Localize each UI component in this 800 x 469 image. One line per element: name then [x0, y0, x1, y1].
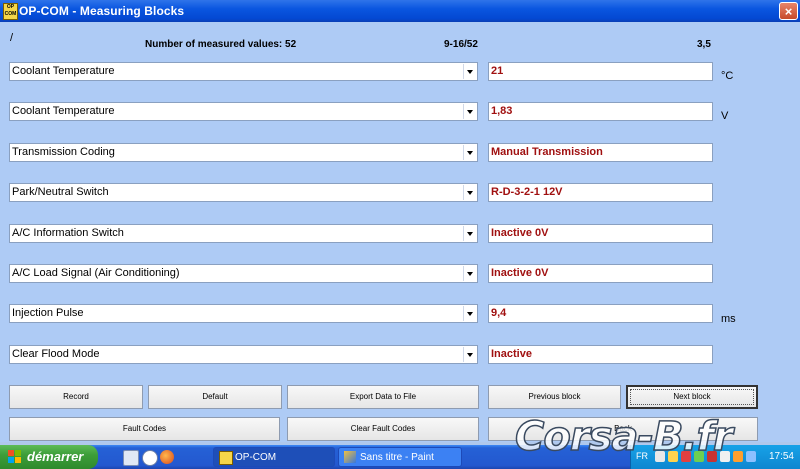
chevron-down-icon[interactable]: [463, 104, 476, 119]
task-opcom[interactable]: OP-COM: [213, 447, 335, 467]
measure-label: Coolant Temperature: [12, 105, 115, 117]
window-title: OP-COM - Measuring Blocks: [19, 4, 185, 18]
measure-select-2[interactable]: Coolant Temperature: [9, 102, 478, 121]
language-indicator[interactable]: FR: [636, 451, 648, 461]
opcom-app-icon: OP COM: [3, 3, 18, 20]
chevron-down-icon[interactable]: [463, 306, 476, 321]
measure-select-3[interactable]: Transmission Coding: [9, 143, 478, 162]
title-bar: OP COM OP-COM - Measuring Blocks ×: [0, 0, 800, 22]
record-button[interactable]: Record: [9, 385, 143, 409]
measuring-blocks-panel: / Number of measured values: 52 9-16/52 …: [0, 22, 800, 442]
firefox-icon[interactable]: [160, 450, 174, 464]
tray-app-icon[interactable]: [681, 451, 691, 462]
measure-value-7: 9,4: [488, 304, 713, 323]
tray-app-icon[interactable]: [733, 451, 743, 462]
taskbar: démarrer OP-COM Sans titre - Paint FR 17…: [0, 445, 800, 469]
measure-value-8: Inactive: [488, 345, 713, 364]
back-button[interactable]: Back: [488, 417, 758, 441]
tray-app-icon[interactable]: [694, 451, 704, 462]
windows-flag-icon: [8, 450, 22, 464]
measure-label: Clear Flood Mode: [12, 348, 100, 360]
previous-block-button[interactable]: Previous block: [488, 385, 621, 409]
chevron-down-icon[interactable]: [463, 145, 476, 160]
chevron-down-icon[interactable]: [463, 64, 476, 79]
clear-fault-codes-button[interactable]: Clear Fault Codes: [287, 417, 479, 441]
start-button[interactable]: démarrer: [0, 445, 98, 469]
show-desktop-icon[interactable]: [123, 450, 139, 466]
chevron-down-icon[interactable]: [463, 266, 476, 281]
measure-label: Transmission Coding: [12, 146, 115, 158]
measure-value-2: 1,83: [488, 102, 713, 121]
clock: 17:54: [768, 451, 794, 462]
default-button[interactable]: Default: [148, 385, 282, 409]
media-player-icon[interactable]: [142, 450, 158, 466]
measure-select-7[interactable]: Injection Pulse: [9, 304, 478, 323]
measure-select-4[interactable]: Park/Neutral Switch: [9, 183, 478, 202]
path-indicator: /: [10, 32, 14, 44]
measure-select-8[interactable]: Clear Flood Mode: [9, 345, 478, 364]
close-button[interactable]: ×: [779, 2, 798, 20]
task-paint[interactable]: Sans titre - Paint: [338, 447, 462, 467]
measure-value-3: Manual Transmission: [488, 143, 713, 162]
measure-value-5: Inactive 0V: [488, 224, 713, 243]
task-label: OP-COM: [235, 452, 277, 463]
start-label: démarrer: [27, 449, 84, 464]
tray-app-icon[interactable]: [707, 451, 717, 462]
chevron-down-icon[interactable]: [463, 226, 476, 241]
volume-icon[interactable]: [746, 451, 756, 462]
measure-select-5[interactable]: A/C Information Switch: [9, 224, 478, 243]
tray-app-icon[interactable]: [720, 451, 730, 462]
tray-app-icon[interactable]: [668, 451, 678, 462]
next-block-button[interactable]: Next block: [626, 385, 758, 409]
task-label: Sans titre - Paint: [360, 452, 434, 463]
measure-value-6: Inactive 0V: [488, 264, 713, 283]
export-data-button[interactable]: Export Data to File: [287, 385, 479, 409]
fault-codes-button[interactable]: Fault Codes: [9, 417, 280, 441]
measure-label: Injection Pulse: [12, 307, 84, 319]
measure-unit-1: °C: [721, 70, 734, 82]
block-range: 9-16/52: [444, 39, 478, 50]
measure-unit-7: ms: [721, 313, 736, 325]
measure-label: A/C Load Signal (Air Conditioning): [12, 267, 180, 279]
paint-task-icon: [344, 451, 356, 463]
measure-select-1[interactable]: Coolant Temperature: [9, 62, 478, 81]
version-number: 3,5: [697, 39, 711, 50]
chevron-down-icon[interactable]: [463, 185, 476, 200]
system-tray: FR 17:54: [630, 445, 800, 469]
chevron-down-icon[interactable]: [463, 347, 476, 362]
measure-label: Park/Neutral Switch: [12, 186, 109, 198]
measured-values-count: Number of measured values: 52: [145, 39, 297, 50]
tray-app-icon[interactable]: [655, 451, 665, 462]
opcom-task-icon: [219, 451, 233, 465]
measure-unit-2: V: [721, 110, 729, 122]
measure-label: A/C Information Switch: [12, 227, 124, 239]
measure-label: Coolant Temperature: [12, 65, 115, 77]
measure-value-1: 21: [488, 62, 713, 81]
measure-value-4: R-D-3-2-1 12V: [488, 183, 713, 202]
measure-select-6[interactable]: A/C Load Signal (Air Conditioning): [9, 264, 478, 283]
